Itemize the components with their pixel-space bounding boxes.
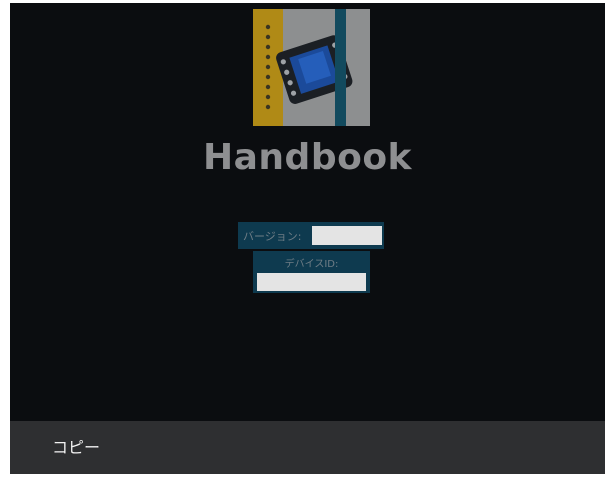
app-screen: Handbook バージョン: デバイスID: コピー xyxy=(10,3,605,474)
device-id-box: デバイスID: xyxy=(253,251,370,293)
version-row: バージョン: xyxy=(238,222,384,249)
device-id-label: デバイスID: xyxy=(284,259,339,270)
film-strip-icon xyxy=(253,9,370,126)
bottom-action-bar: コピー xyxy=(10,421,605,474)
version-value-field xyxy=(312,226,382,245)
app-title: Handbook xyxy=(203,137,412,178)
version-label: バージョン: xyxy=(243,229,302,243)
device-id-value-field xyxy=(257,273,366,291)
copy-button[interactable]: コピー xyxy=(50,433,102,463)
